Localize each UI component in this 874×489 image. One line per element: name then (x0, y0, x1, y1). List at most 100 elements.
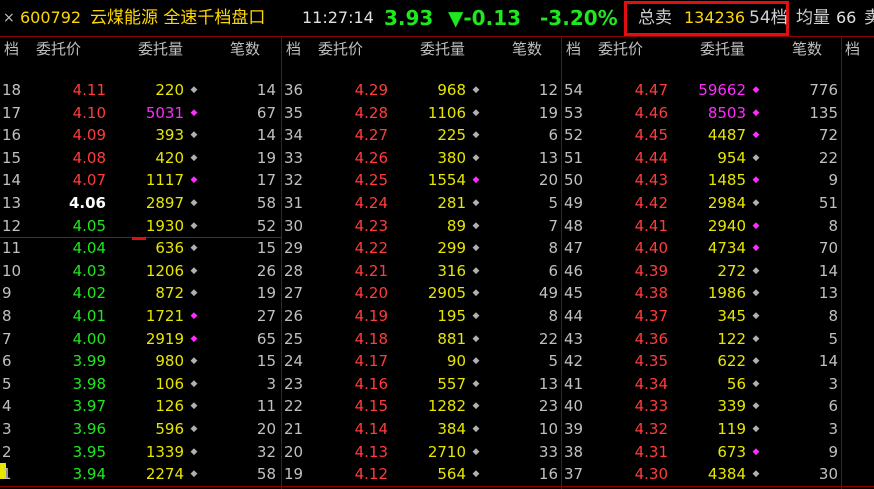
price-cell: 4.06 (68, 194, 106, 212)
order-book-row[interactable]: 41 4.34 56 ◆ 3 (562, 373, 842, 395)
header-price: 委托价 (36, 40, 82, 58)
count-cell: 19 (256, 284, 276, 303)
level-cell: 16 (2, 126, 22, 145)
order-book-row[interactable]: 17 4.10 5031 ◆ 67 (0, 102, 280, 124)
order-book-row[interactable]: 25 4.18 881 ◆ 22 (282, 328, 562, 350)
order-book-row[interactable]: 26 4.19 195 ◆ 8 (282, 305, 562, 327)
volume-cell: 393 (155, 126, 184, 145)
order-book-row[interactable]: 54 4.47 59662 ◆ 776 (562, 79, 842, 101)
volume-cell: 1930 (145, 216, 184, 235)
volume-marker-icon: ◆ (752, 198, 760, 208)
order-book-row[interactable]: 52 4.45 4487 ◆ 72 (562, 124, 842, 146)
order-book-row[interactable]: 45 4.38 1986 ◆ 13 (562, 282, 842, 304)
volume-marker-icon: ◆ (190, 220, 198, 231)
count-cell: 3 (828, 420, 838, 438)
volume-marker-icon: ◆ (190, 265, 198, 276)
count-cell: 14 (256, 126, 276, 145)
count-cell: 23 (538, 397, 558, 416)
order-book-row[interactable]: 46 4.39 272 ◆ 14 (562, 260, 842, 282)
count-cell: 17 (256, 171, 276, 190)
order-book-row[interactable]: 51 4.44 954 ◆ 22 (562, 147, 842, 169)
order-book-row[interactable]: 10 4.03 1206 ◆ 26 (0, 260, 280, 282)
order-book-row[interactable]: 9 4.02 872 ◆ 19 (0, 282, 280, 304)
order-book-row[interactable]: 48 4.41 2940 ◆ 8 (562, 215, 842, 237)
price-cell: 4.35 (634, 352, 668, 371)
level-cell: 15 (2, 148, 22, 167)
price-cell: 4.10 (72, 103, 106, 122)
count-cell: 19 (256, 148, 276, 167)
order-book-row[interactable]: 5 3.98 106 ◆ 3 (0, 373, 280, 395)
order-book-row[interactable]: 8 4.01 1721 ◆ 27 (0, 305, 280, 327)
header-count: 笔数 (230, 40, 261, 58)
order-book-row[interactable]: 23 4.16 557 ◆ 13 (282, 373, 562, 395)
count-cell: 14 (256, 81, 276, 99)
volume-cell: 4734 (707, 239, 746, 258)
order-book-row[interactable]: 28 4.21 316 ◆ 6 (282, 260, 562, 282)
order-book-row[interactable]: 36 4.29 968 ◆ 12 (282, 79, 562, 101)
order-book-row[interactable]: 31 4.24 281 ◆ 5 (282, 192, 562, 214)
order-book-row[interactable]: 24 4.17 90 ◆ 5 (282, 350, 562, 372)
order-book-row[interactable]: 27 4.20 2905 ◆ 49 (282, 282, 562, 304)
order-book-row[interactable]: 39 4.32 119 ◆ 3 (562, 418, 842, 440)
order-book-row[interactable]: 3 3.96 596 ◆ 20 (0, 418, 280, 440)
order-book-row[interactable]: 13 4.06 2897 ◆ 58 (0, 192, 280, 214)
order-book-row[interactable]: 35 4.28 1106 ◆ 19 (282, 102, 562, 124)
order-book-row[interactable]: 40 4.33 339 ◆ 6 (562, 395, 842, 417)
price-cell: 4.43 (634, 171, 668, 190)
order-book-row[interactable]: 44 4.37 345 ◆ 8 (562, 305, 842, 327)
volume-marker-icon: ◆ (190, 311, 198, 321)
volume-marker-icon: ◆ (190, 469, 198, 480)
volume-marker-icon: ◆ (190, 198, 198, 208)
volume-marker-icon: ◆ (190, 378, 198, 389)
order-book-row[interactable]: 32 4.25 1554 ◆ 20 (282, 169, 562, 191)
order-book-row[interactable]: 7 4.00 2919 ◆ 65 (0, 328, 280, 350)
order-book-row[interactable]: 20 4.13 2710 ◆ 33 (282, 441, 562, 463)
order-book-row[interactable]: 15 4.08 420 ◆ 19 (0, 147, 280, 169)
order-book-row[interactable]: 33 4.26 380 ◆ 13 (282, 147, 562, 169)
price-change: ▼-0.13 (448, 6, 522, 30)
order-book-row[interactable]: 30 4.23 89 ◆ 7 (282, 215, 562, 237)
price-cell: 3.95 (72, 442, 106, 461)
order-book-row[interactable]: 42 4.35 622 ◆ 14 (562, 350, 842, 372)
level-cell: 20 (284, 442, 304, 461)
price-cell: 4.07 (72, 171, 106, 190)
volume-cell: 1106 (427, 103, 466, 122)
order-book-row[interactable]: 37 4.30 4384 ◆ 30 (562, 463, 842, 485)
order-book-row[interactable]: 53 4.46 8503 ◆ 135 (562, 102, 842, 124)
order-book-row[interactable]: 19 4.12 564 ◆ 16 (282, 463, 562, 485)
order-book-row[interactable]: 11 4.04 636 ◆ 15 (0, 237, 280, 259)
order-book-row[interactable]: 1 3.94 2274 ◆ 58 (0, 463, 280, 485)
last-price: 3.93 (384, 6, 434, 30)
volume-cell: 119 (717, 420, 746, 438)
volume-marker-icon: ◆ (752, 333, 760, 344)
volume-marker-icon: ◆ (472, 85, 480, 95)
order-book-row[interactable]: 38 4.31 673 ◆ 9 (562, 441, 842, 463)
order-book-row[interactable]: 4 3.97 126 ◆ 11 (0, 395, 280, 417)
volume-cell: 2984 (707, 194, 746, 212)
volume-marker-icon: ◆ (752, 356, 760, 367)
order-book-row[interactable]: 50 4.43 1485 ◆ 9 (562, 169, 842, 191)
order-book-row[interactable]: 43 4.36 122 ◆ 5 (562, 328, 842, 350)
volume-cell: 2905 (427, 284, 466, 303)
close-icon[interactable]: × (3, 0, 15, 36)
volume-cell: 195 (437, 307, 466, 325)
order-book-row[interactable]: 34 4.27 225 ◆ 6 (282, 124, 562, 146)
order-book-row[interactable]: 14 4.07 1117 ◆ 17 (0, 169, 280, 191)
order-book-row[interactable]: 16 4.09 393 ◆ 14 (0, 124, 280, 146)
order-book-row[interactable]: 22 4.15 1282 ◆ 23 (282, 395, 562, 417)
order-book-row[interactable]: 49 4.42 2984 ◆ 51 (562, 192, 842, 214)
volume-cell: 339 (717, 397, 746, 416)
order-book-row[interactable]: 29 4.22 299 ◆ 8 (282, 237, 562, 259)
volume-marker-icon: ◆ (190, 424, 198, 434)
volume-cell: 384 (437, 420, 466, 438)
order-book-row[interactable]: 18 4.11 220 ◆ 14 (0, 79, 280, 101)
volume-cell: 56 (726, 374, 746, 393)
level-cell: 45 (564, 284, 584, 303)
order-book-row[interactable]: 21 4.14 384 ◆ 10 (282, 418, 562, 440)
count-cell: 22 (538, 329, 558, 348)
order-book-row[interactable]: 6 3.99 980 ◆ 15 (0, 350, 280, 372)
order-book-row[interactable]: 47 4.40 4734 ◆ 70 (562, 237, 842, 259)
order-book-row[interactable]: 12 4.05 1930 ◆ 52 (0, 215, 280, 237)
order-book-row[interactable]: 2 3.95 1339 ◆ 32 (0, 441, 280, 463)
count-cell: 58 (256, 194, 276, 212)
